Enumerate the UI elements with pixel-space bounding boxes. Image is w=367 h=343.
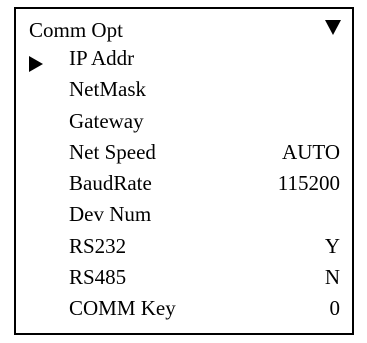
menu-item-label: Net Speed bbox=[69, 139, 156, 164]
menu-item-label: COMM Key bbox=[69, 296, 176, 321]
menu-item-label: IP Addr bbox=[69, 46, 135, 70]
menu-item-value: N bbox=[324, 265, 340, 290]
menu-item-rs232[interactable]: RS232 Y bbox=[16, 234, 352, 267]
menu-item-label: RS232 bbox=[69, 233, 127, 258]
menu-item-baudrate[interactable]: BaudRate 115200 bbox=[16, 171, 352, 204]
menu-item-value: 0 bbox=[329, 296, 341, 321]
menu-item-netmask[interactable]: NetMask bbox=[16, 77, 352, 110]
menu-item-ip-addr[interactable]: IP Addr bbox=[16, 46, 352, 79]
menu-item-dev-num[interactable]: Dev Num bbox=[16, 202, 352, 235]
menu-item-label: Gateway bbox=[69, 108, 144, 133]
menu-item-label: NetMask bbox=[69, 77, 146, 102]
menu-item-label: Dev Num bbox=[69, 202, 152, 227]
menu-item-value: 115200 bbox=[277, 171, 340, 196]
menu-item-label: RS485 bbox=[69, 265, 127, 290]
menu-item-value: Y bbox=[324, 233, 340, 258]
menu-title: Comm Opt bbox=[29, 18, 123, 42]
menu-item-comm-key[interactable]: COMM Key 0 bbox=[16, 296, 352, 329]
scroll-down-icon[interactable] bbox=[325, 20, 341, 35]
selection-cursor-icon bbox=[29, 56, 43, 72]
comm-options-menu: IP Addr NetMask Gateway Net Speed AUTO B… bbox=[16, 46, 352, 330]
menu-item-label: BaudRate bbox=[69, 171, 152, 196]
device-screen: Comm Opt IP Addr NetMask Gateway Net Spe… bbox=[14, 7, 354, 335]
menu-item-value: AUTO bbox=[282, 139, 340, 164]
menu-item-rs485[interactable]: RS485 N bbox=[16, 265, 352, 298]
